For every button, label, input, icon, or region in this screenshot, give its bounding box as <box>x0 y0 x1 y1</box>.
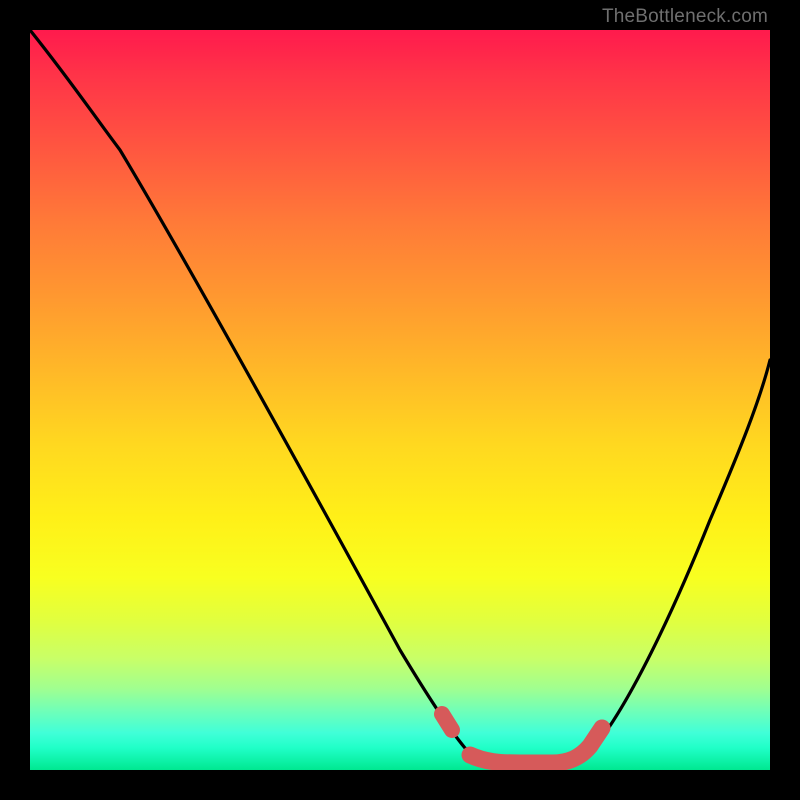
chart-svg <box>30 30 770 770</box>
optimal-range-highlight-left <box>442 714 452 730</box>
plot-area <box>30 30 770 770</box>
watermark-text: TheBottleneck.com <box>602 6 768 28</box>
optimal-range-highlight <box>470 728 602 763</box>
chart-frame: TheBottleneck.com <box>0 0 800 800</box>
bottleneck-curve <box>30 30 770 762</box>
